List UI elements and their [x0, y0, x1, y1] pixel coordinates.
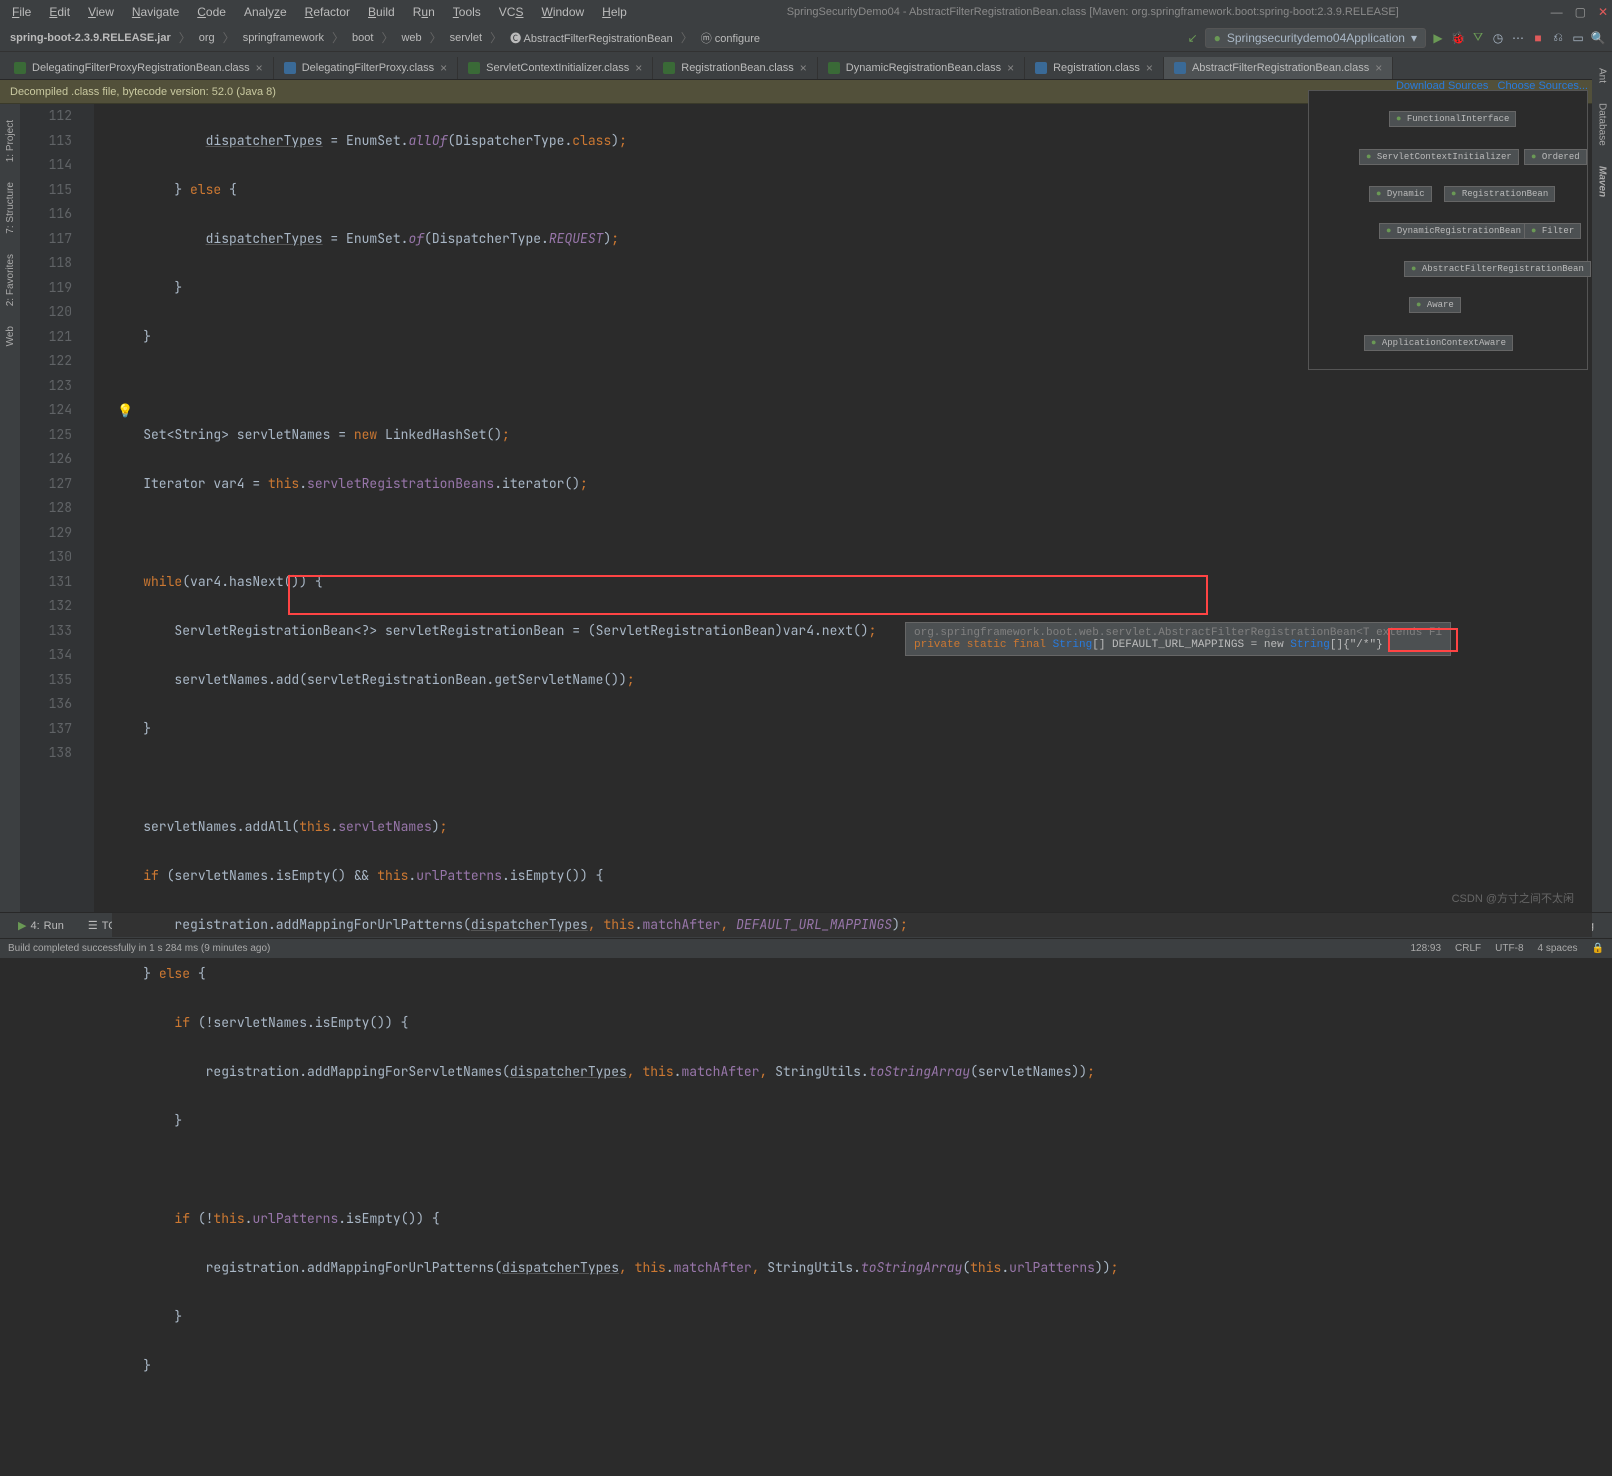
menu-file[interactable]: File	[4, 3, 39, 21]
build-icon[interactable]: ↙	[1185, 30, 1201, 46]
tool-run[interactable]: ▶4: Run	[8, 917, 74, 934]
structure-button[interactable]: ▭	[1570, 30, 1586, 46]
tab-abstractfilterregistrationbean[interactable]: AbstractFilterRegistrationBean.class×	[1164, 57, 1393, 79]
lock-icon[interactable]: 🔒	[1592, 943, 1604, 954]
menu-analyze[interactable]: Analyze	[236, 3, 295, 21]
close-window-button[interactable]: ✕	[1598, 5, 1608, 19]
crumb-jar[interactable]: spring-boot-2.3.9.RELEASE.jar	[6, 30, 175, 46]
menu-edit[interactable]: Edit	[41, 3, 78, 21]
tool-project[interactable]: 1: Project	[3, 112, 18, 170]
intention-bulb-icon[interactable]: 💡	[117, 403, 133, 419]
tab-delegatingfilterproxyregistrationbean[interactable]: DelegatingFilterProxyRegistrationBean.cl…	[4, 57, 274, 79]
crumb-method[interactable]: ⓜ configure	[697, 28, 764, 48]
close-icon[interactable]: ×	[1375, 61, 1382, 75]
crumb-servlet[interactable]: servlet	[446, 30, 486, 46]
tool-ant[interactable]: Ant	[1595, 60, 1610, 91]
tab-registration[interactable]: Registration.class×	[1025, 57, 1164, 79]
crumb-web[interactable]: web	[397, 30, 425, 46]
watermark: CSDN @方寸之间不太闲	[1452, 890, 1574, 906]
tool-maven[interactable]: Maven	[1595, 158, 1610, 205]
tool-database[interactable]: Database	[1595, 95, 1610, 154]
crumb-class[interactable]: 🅒 AbstractFilterRegistrationBean	[506, 28, 677, 48]
tab-registrationbean[interactable]: RegistrationBean.class×	[653, 57, 818, 79]
tab-dynamicregistrationbean[interactable]: DynamicRegistrationBean.class×	[818, 57, 1025, 79]
menu-refactor[interactable]: Refactor	[297, 3, 358, 21]
quick-doc-tooltip: org.springframework.boot.web.servlet.Abs…	[905, 622, 1451, 656]
debug-button[interactable]: 🐞	[1450, 30, 1466, 46]
close-icon[interactable]: ×	[440, 61, 447, 75]
main-menu: File Edit View Navigate Code Analyze Ref…	[4, 3, 635, 21]
editor-tabs: DelegatingFilterProxyRegistrationBean.cl…	[0, 52, 1612, 80]
tab-delegatingfilterproxy[interactable]: DelegatingFilterProxy.class×	[274, 57, 458, 79]
hierarchy-diagram[interactable]: ● FunctionalInterface ● ServletContextIn…	[1308, 90, 1588, 370]
crumb-springframework[interactable]: springframework	[239, 30, 328, 46]
menu-vcs[interactable]: VCS	[491, 3, 532, 21]
window-title: SpringSecurityDemo04 - AbstractFilterReg…	[635, 6, 1551, 18]
close-icon[interactable]: ×	[635, 61, 642, 75]
menu-build[interactable]: Build	[360, 3, 403, 21]
attach-button[interactable]: ⋯	[1510, 30, 1526, 46]
run-config-select[interactable]: ●Springsecuritydemo04Application▾	[1205, 28, 1426, 48]
maximize-button[interactable]: ▢	[1575, 5, 1586, 19]
menu-tools[interactable]: Tools	[445, 3, 489, 21]
close-icon[interactable]: ×	[1146, 61, 1153, 75]
tool-structure[interactable]: 7: Structure	[3, 174, 18, 242]
close-icon[interactable]: ×	[256, 61, 263, 75]
menu-run[interactable]: Run	[405, 3, 443, 21]
line-gutter: 1121131141151161171181191201211221231241…	[20, 104, 80, 912]
close-icon[interactable]: ×	[1007, 61, 1014, 75]
profile-button[interactable]: ◷	[1490, 30, 1506, 46]
stop-button[interactable]: ■	[1530, 30, 1546, 46]
tab-servletcontextinitializer[interactable]: ServletContextInitializer.class×	[458, 57, 653, 79]
crumb-org[interactable]: org	[195, 30, 219, 46]
crumb-boot[interactable]: boot	[348, 30, 377, 46]
menu-window[interactable]: Window	[533, 3, 592, 21]
run-button[interactable]: ▶	[1430, 30, 1446, 46]
coverage-button[interactable]: ⛛	[1470, 30, 1486, 46]
minimize-button[interactable]: —	[1551, 5, 1563, 19]
menu-navigate[interactable]: Navigate	[124, 3, 187, 21]
tool-favorites[interactable]: 2: Favorites	[3, 246, 18, 314]
menu-view[interactable]: View	[80, 3, 122, 21]
menu-help[interactable]: Help	[594, 3, 635, 21]
tool-web[interactable]: Web	[3, 318, 18, 354]
close-icon[interactable]: ×	[800, 61, 807, 75]
search-button[interactable]: 🔍	[1590, 30, 1606, 46]
menu-code[interactable]: Code	[189, 3, 234, 21]
git-button[interactable]: ⎌	[1550, 30, 1566, 46]
